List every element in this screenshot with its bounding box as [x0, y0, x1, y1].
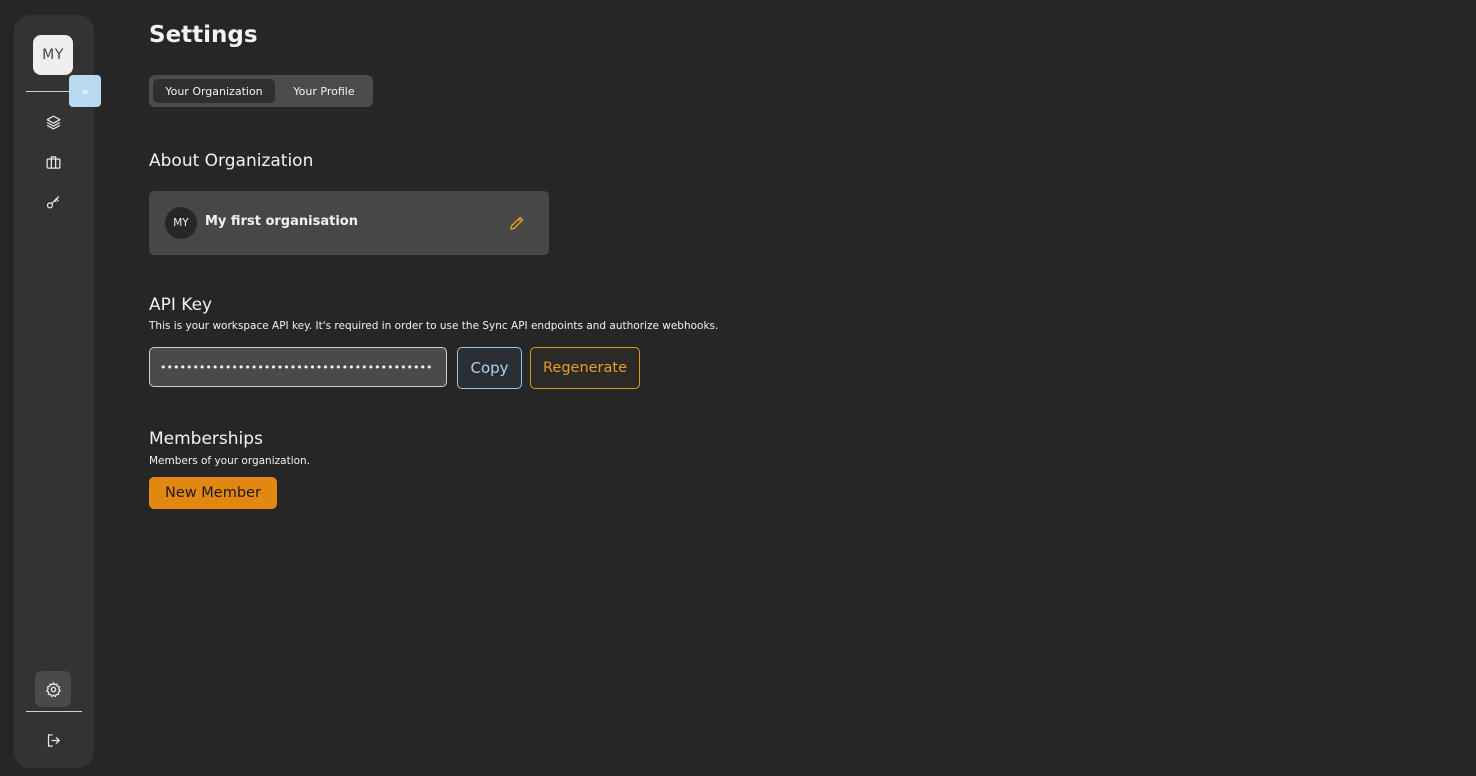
api-key-description: This is your workspace API key. It's req…	[149, 320, 719, 332]
regenerate-button[interactable]: Regenerate	[530, 347, 640, 389]
about-organization-heading: About Organization	[149, 151, 314, 171]
api-key-heading: API Key	[149, 295, 213, 315]
new-member-button[interactable]: New Member	[149, 477, 277, 509]
sidebar: MY	[14, 15, 94, 768]
gear-icon	[45, 681, 61, 697]
logout-icon[interactable]	[43, 730, 63, 750]
tab-your-profile[interactable]: Your Profile	[279, 79, 369, 103]
settings-tabs: Your Organization Your Profile	[149, 75, 373, 107]
sidebar-divider-bottom	[26, 711, 82, 712]
memberships-description: Members of your organization.	[149, 455, 311, 467]
organization-card: MY My first organisation	[149, 191, 549, 255]
page-title: Settings	[149, 22, 258, 48]
org-name: My first organisation	[205, 214, 358, 229]
org-avatar: MY	[165, 207, 197, 239]
briefcase-icon[interactable]	[43, 152, 63, 172]
tab-your-organization[interactable]: Your Organization	[153, 79, 275, 103]
settings-button[interactable]	[35, 671, 71, 707]
copy-button[interactable]: Copy	[457, 347, 522, 389]
avatar[interactable]: MY	[33, 35, 73, 75]
memberships-heading: Memberships	[149, 429, 263, 449]
edit-icon[interactable]	[508, 214, 526, 232]
api-key-field[interactable]	[149, 347, 447, 387]
key-icon[interactable]	[43, 192, 63, 212]
expand-sidebar-button[interactable]: »	[69, 75, 101, 107]
layers-icon[interactable]	[43, 112, 63, 132]
